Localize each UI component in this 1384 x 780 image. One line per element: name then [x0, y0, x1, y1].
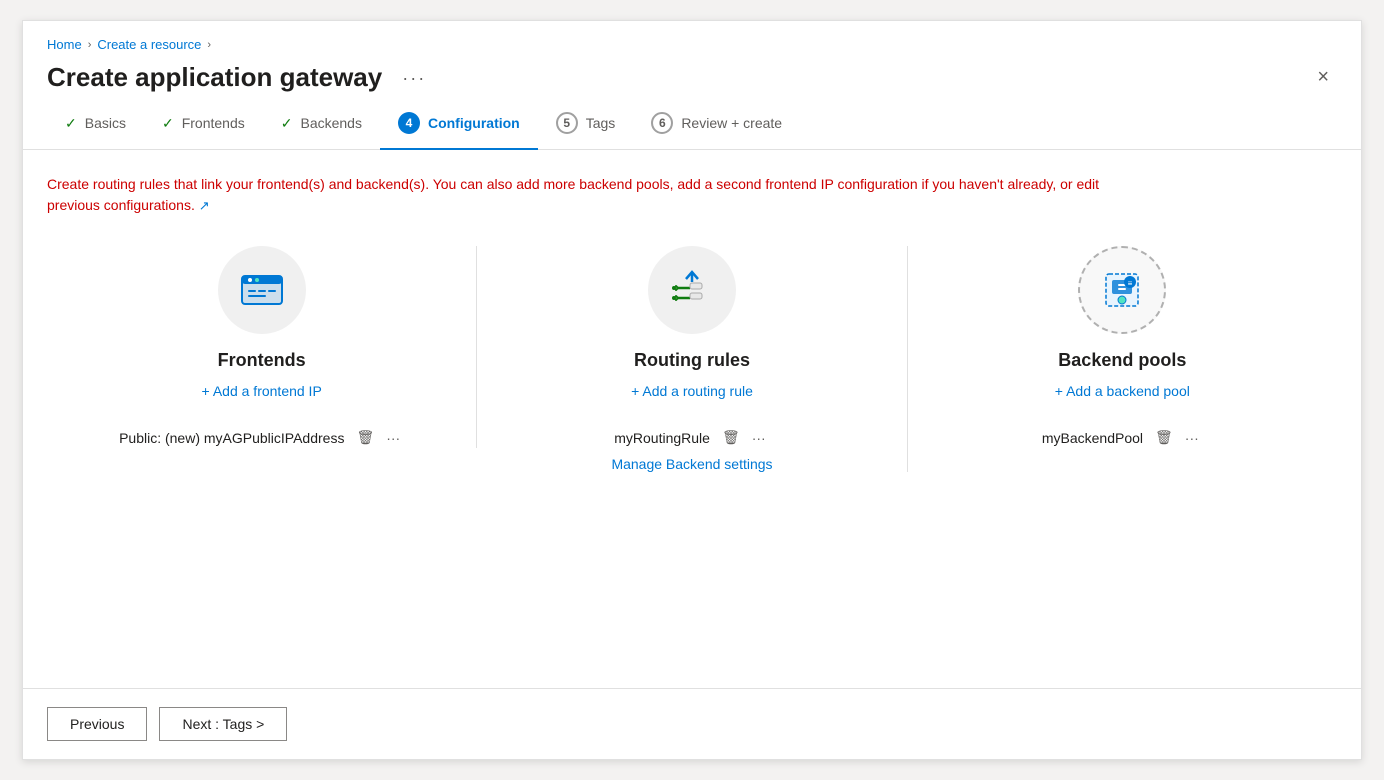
frontend-more-button[interactable]: ··· — [382, 428, 404, 448]
more-options-button[interactable]: ··· — [394, 65, 434, 91]
breadcrumb: Home › Create a resource › — [47, 37, 1337, 52]
tab-num-review: 6 — [651, 112, 673, 134]
tab-label-review: Review + create — [681, 115, 782, 131]
frontends-icon-circle — [218, 246, 306, 334]
backend-pool-item-actions: 🗑 ··· — [1151, 427, 1203, 448]
create-application-gateway-panel: Home › Create a resource › Create applic… — [22, 20, 1362, 760]
info-description: Create routing rules that link your fron… — [47, 174, 1147, 216]
routing-rules-column: Routing rules + Add a routing rule myRou… — [477, 246, 907, 472]
check-icon-backends: ✓ — [281, 115, 293, 132]
add-routing-rule-link[interactable]: + Add a routing rule — [631, 383, 753, 399]
external-link-icon[interactable]: ↗ — [199, 198, 210, 213]
tab-backends[interactable]: ✓ Backends — [263, 101, 380, 148]
title-left: Create application gateway ··· — [47, 62, 434, 93]
breadcrumb-chevron-1: › — [88, 39, 92, 51]
panel-header: Home › Create a resource › Create applic… — [23, 21, 1361, 93]
trash-icon: 🗑 — [356, 429, 374, 445]
breadcrumb-chevron-2: › — [207, 39, 211, 51]
previous-button[interactable]: Previous — [47, 707, 147, 741]
manage-backend-settings-link[interactable]: Manage Backend settings — [611, 456, 772, 472]
tab-configuration[interactable]: 4 Configuration — [380, 98, 538, 150]
tab-review[interactable]: 6 Review + create — [633, 98, 800, 150]
routing-rules-title: Routing rules — [634, 350, 750, 371]
frontend-delete-button[interactable]: 🗑 — [352, 427, 378, 448]
tabs-bar: ✓ Basics ✓ Frontends ✓ Backends 4 Config… — [23, 97, 1361, 150]
routing-rule-item-label: myRoutingRule — [614, 430, 710, 446]
tab-num-configuration: 4 — [398, 112, 420, 134]
breadcrumb-home[interactable]: Home — [47, 37, 82, 52]
backend-pools-icon-circle: ≡ — [1078, 246, 1166, 334]
trash-icon-routing: 🗑 — [722, 429, 740, 445]
routing-rules-icon — [668, 266, 716, 314]
page-title: Create application gateway — [47, 62, 382, 93]
title-row: Create application gateway ··· × — [47, 62, 1337, 93]
breadcrumb-create-resource[interactable]: Create a resource — [97, 37, 201, 52]
add-frontend-ip-link[interactable]: + Add a frontend IP — [202, 383, 322, 399]
tab-basics[interactable]: ✓ Basics — [47, 101, 144, 148]
routing-rule-delete-button[interactable]: 🗑 — [718, 427, 744, 448]
frontend-item-actions: 🗑 ··· — [352, 427, 404, 448]
tab-label-basics: Basics — [85, 115, 126, 131]
frontends-title: Frontends — [218, 350, 306, 371]
tab-label-frontends: Frontends — [182, 115, 245, 131]
backend-pools-column: ≡ Backend pools + Add a backend pool myB… — [908, 246, 1337, 448]
panel-body: Create routing rules that link your fron… — [23, 150, 1361, 688]
tab-label-configuration: Configuration — [428, 115, 520, 131]
frontends-icon — [238, 266, 286, 314]
tab-label-tags: Tags — [586, 115, 616, 131]
backend-pool-more-button[interactable]: ··· — [1181, 428, 1203, 448]
routing-rule-more-button[interactable]: ··· — [748, 428, 770, 448]
panel-footer: Previous Next : Tags > — [23, 688, 1361, 759]
check-icon-basics: ✓ — [65, 115, 77, 132]
tab-tags[interactable]: 5 Tags — [538, 98, 634, 150]
check-icon-frontends: ✓ — [162, 115, 174, 132]
next-button[interactable]: Next : Tags > — [159, 707, 287, 741]
frontends-column: Frontends + Add a frontend IP Public: (n… — [47, 246, 477, 448]
configuration-columns: Frontends + Add a frontend IP Public: (n… — [47, 246, 1337, 472]
backend-pool-item-label: myBackendPool — [1042, 430, 1143, 446]
backend-pools-title: Backend pools — [1058, 350, 1186, 371]
tab-frontends[interactable]: ✓ Frontends — [144, 101, 263, 148]
frontend-item-row: Public: (new) myAGPublicIPAddress 🗑 ··· — [67, 427, 456, 448]
routing-rule-item-actions: 🗑 ··· — [718, 427, 770, 448]
trash-icon-backend: 🗑 — [1155, 429, 1173, 445]
routing-rule-item-row: myRoutingRule 🗑 ··· — [497, 427, 886, 448]
backend-pool-item-row: myBackendPool 🗑 ··· — [928, 427, 1317, 448]
add-backend-pool-link[interactable]: + Add a backend pool — [1055, 383, 1190, 399]
frontend-item-label: Public: (new) myAGPublicIPAddress — [119, 430, 344, 446]
backend-pools-icon: ≡ — [1098, 266, 1146, 314]
tab-label-backends: Backends — [300, 115, 361, 131]
close-button[interactable]: × — [1309, 62, 1337, 93]
backend-pool-delete-button[interactable]: 🗑 — [1151, 427, 1177, 448]
tab-num-tags: 5 — [556, 112, 578, 134]
svg-text:≡: ≡ — [1128, 279, 1133, 288]
routing-icon-circle — [648, 246, 736, 334]
